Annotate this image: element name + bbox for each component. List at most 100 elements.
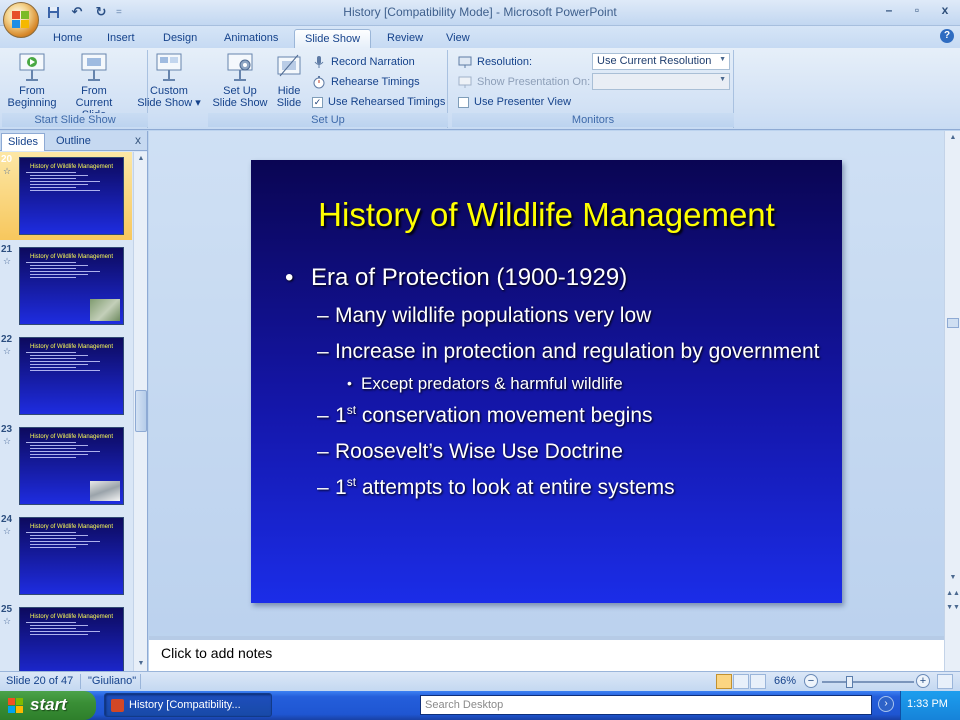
thumbnail-text-line	[30, 274, 88, 275]
taskbar-item-powerpoint[interactable]: History [Compatibility...	[104, 693, 272, 717]
thumbnail-scrollbar[interactable]: ▲ ▼	[133, 152, 147, 671]
slide-thumbnail[interactable]: 21 ☆ History of Wildlife Management	[0, 242, 132, 330]
thumbnail-text-line	[30, 187, 76, 188]
thumbnail-text-line	[30, 457, 76, 458]
custom-slide-show-button[interactable]: Custom Slide Show ▾	[134, 52, 204, 109]
powerpoint-icon	[111, 699, 124, 712]
slide-counter: Slide 20 of 47	[6, 675, 74, 687]
taskbar-item-label: History [Compatibility...	[129, 699, 241, 711]
zoom-out-icon[interactable]: −	[804, 674, 818, 688]
dropdown-arrow-icon: ▼	[719, 76, 726, 83]
thumbnail-text-line	[30, 535, 88, 536]
next-slide-icon[interactable]: ▼▼	[946, 601, 960, 615]
hide-slide-label-1: Hide	[277, 85, 301, 97]
projector-play-icon	[17, 52, 47, 82]
fit-to-window-icon[interactable]	[937, 674, 953, 689]
slide-sorter-view-icon[interactable]	[733, 674, 749, 689]
tab-home[interactable]: Home	[43, 29, 92, 48]
start-button[interactable]: start	[0, 691, 96, 720]
thumbnail-text-line	[30, 451, 100, 452]
hide-slide-button[interactable]: Hide Slide	[272, 52, 306, 109]
slide-thumbnail[interactable]: 22 ☆ History of Wildlife Management	[0, 332, 132, 420]
custom-show-label-1: Custom	[150, 85, 188, 97]
tab-slides[interactable]: Slides	[1, 133, 45, 151]
pane-tabs: Slides Outline x	[0, 131, 147, 151]
slide-editing-area: History of Wildlife Management Era of Pr…	[149, 131, 944, 633]
current-slide[interactable]: History of Wildlife Management Era of Pr…	[251, 160, 842, 603]
notes-pane[interactable]: Click to add notes	[149, 636, 944, 671]
zoom-slider-handle[interactable]	[846, 676, 853, 688]
thumbnail-image: History of Wildlife Management	[19, 157, 124, 235]
slide-thumbnail[interactable]: 23 ☆ History of Wildlife Management	[0, 422, 132, 510]
sub-bullet: – Roosevelt’s Wise Use Doctrine	[317, 440, 623, 463]
thumbnail-text-line	[30, 631, 100, 632]
scroll-up-icon[interactable]: ▲	[134, 152, 148, 166]
thumbnail-text-line	[30, 544, 88, 545]
scroll-down-icon[interactable]: ▼	[946, 571, 960, 585]
thumbnail-title: History of Wildlife Management	[29, 434, 114, 440]
heron-photo	[90, 299, 120, 321]
tab-insert[interactable]: Insert	[97, 29, 145, 48]
zoom-slider-track[interactable]	[822, 681, 914, 683]
from-beginning-button[interactable]: From Beginning	[4, 52, 60, 109]
scroll-thumb[interactable]	[135, 390, 147, 432]
restore-button[interactable]: ▫	[908, 3, 926, 19]
search-go-icon[interactable]: ›	[878, 696, 894, 712]
rehearse-timings-button[interactable]: Rehearse Timings	[312, 73, 420, 91]
tab-outline[interactable]: Outline	[50, 133, 97, 151]
record-narration-label: Record Narration	[331, 56, 415, 68]
tab-animations[interactable]: Animations	[214, 29, 288, 48]
record-narration-button[interactable]: Record Narration	[312, 53, 415, 71]
tab-review[interactable]: Review	[377, 29, 433, 48]
close-icon[interactable]: x	[135, 133, 141, 147]
use-presenter-view-checkbox[interactable]: Use Presenter View	[458, 93, 571, 111]
slide-thumbnail[interactable]: 25 ☆ History of Wildlife Management	[0, 602, 132, 671]
thumbnail-number: 23	[1, 424, 13, 435]
slide-body[interactable]: Era of Protection (1900-1929) –Many wild…	[285, 264, 822, 510]
thumbnail-text-line	[30, 277, 76, 278]
status-divider	[140, 674, 141, 689]
scroll-thumb[interactable]	[947, 318, 959, 328]
resolution-dropdown[interactable]: Use Current Resolution ▼	[592, 53, 730, 70]
slide-thumbnail[interactable]: 20 ☆ History of Wildlife Management	[0, 152, 132, 240]
thumbnail-text-line	[30, 541, 100, 542]
slide-show-view-icon[interactable]	[750, 674, 766, 689]
zoom-in-icon[interactable]: +	[916, 674, 930, 688]
set-up-slide-show-button[interactable]: Set Up Slide Show	[210, 52, 270, 109]
animation-star-icon: ☆	[3, 346, 12, 356]
scroll-up-icon[interactable]: ▲	[946, 131, 960, 145]
dropdown-arrow-icon: ▼	[719, 56, 726, 63]
desktop-search-input[interactable]: Search Desktop	[420, 695, 872, 715]
thumbnail-text-line	[30, 448, 76, 449]
normal-view-icon[interactable]	[716, 674, 732, 689]
minimize-button[interactable]: –	[880, 3, 898, 19]
thumbnail-text-line	[26, 622, 76, 623]
notes-placeholder[interactable]: Click to add notes	[161, 645, 272, 661]
sub-bullet: – Increase in protection and regulation b…	[317, 340, 820, 363]
thumbnail-number: 25	[1, 604, 13, 615]
checkbox-checked-icon: ✓	[312, 96, 323, 108]
office-logo-icon	[12, 11, 30, 29]
tab-design[interactable]: Design	[153, 29, 207, 48]
show-presentation-on-label: Show Presentation On:	[477, 76, 591, 88]
animation-star-icon: ☆	[3, 616, 12, 626]
previous-slide-icon[interactable]: ▲▲	[946, 587, 960, 601]
hide-slide-icon	[274, 52, 304, 82]
show-presentation-on-dropdown[interactable]: ▼	[592, 73, 730, 90]
thumbnail-text-line	[30, 184, 88, 185]
slide-scrollbar[interactable]: ▲ ▼ ▲▲ ▼▼	[944, 131, 960, 671]
slide-thumbnail[interactable]: 24 ☆ History of Wildlife Management	[0, 512, 132, 600]
zoom-level[interactable]: 66%	[774, 675, 796, 687]
office-button[interactable]	[3, 2, 39, 38]
help-icon[interactable]: ?	[940, 29, 954, 43]
from-current-slide-button[interactable]: From Current Slide	[62, 52, 126, 121]
tab-slide-show[interactable]: Slide Show	[294, 29, 372, 48]
slide-title[interactable]: History of Wildlife Management	[251, 196, 842, 234]
thumbnail-text-line	[30, 370, 100, 371]
close-button[interactable]: x	[936, 3, 954, 19]
checkbox-unchecked-icon	[458, 96, 469, 108]
tab-view[interactable]: View	[436, 29, 480, 48]
group-label-set-up: Set Up	[208, 113, 448, 127]
scroll-down-icon[interactable]: ▼	[134, 657, 148, 671]
use-rehearsed-timings-checkbox[interactable]: ✓ Use Rehearsed Timings	[312, 93, 445, 111]
